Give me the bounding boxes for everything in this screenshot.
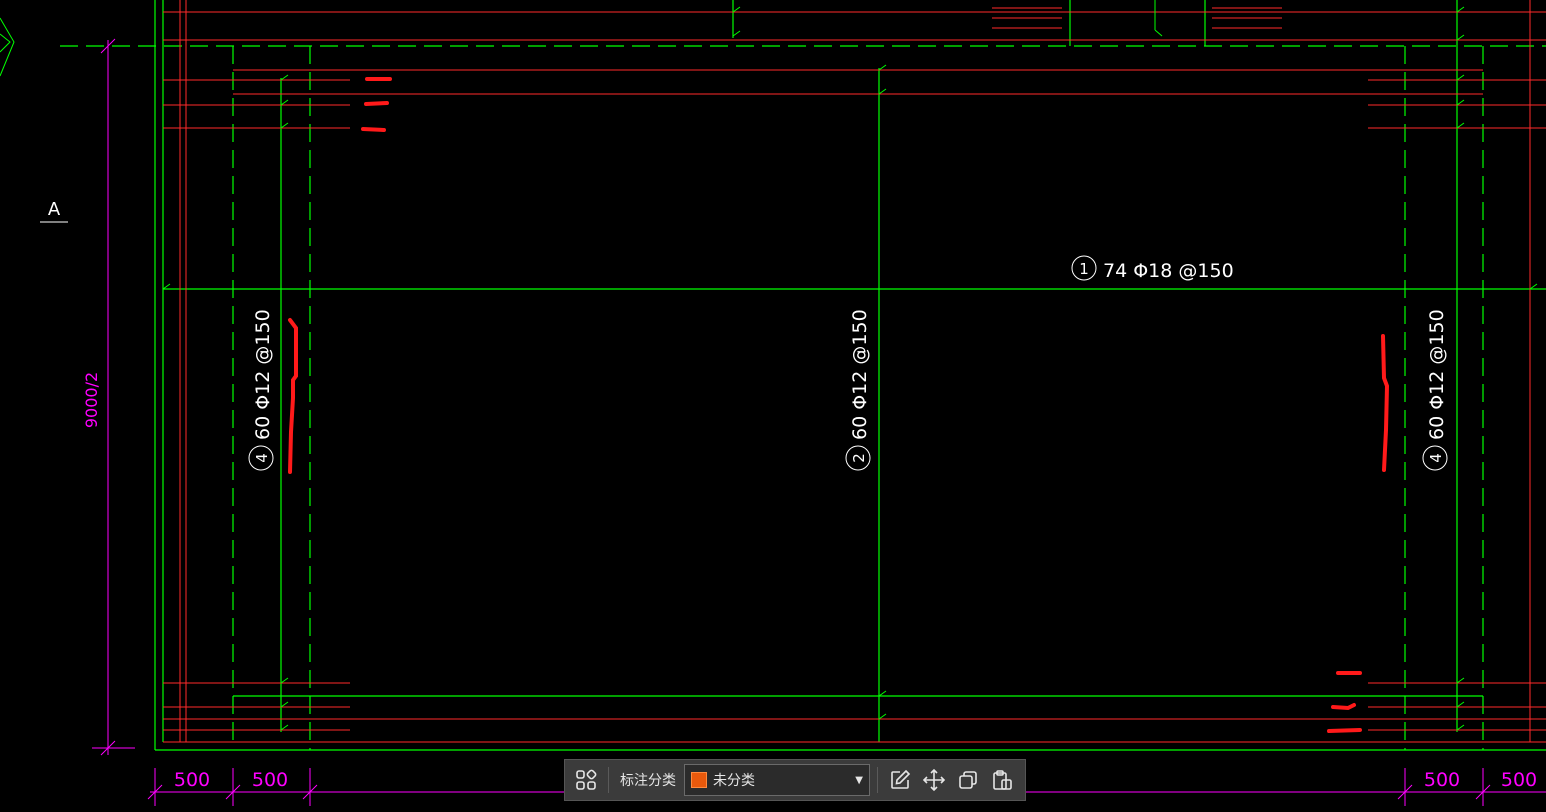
vertical-dimension-text: 9000/2 [82, 372, 101, 428]
axis-marker: A [40, 199, 68, 223]
markup-annotations[interactable] [288, 77, 1390, 733]
cad-drawing-canvas[interactable]: A 9000/2 500 500 500 500 1 74 Φ18 @150 2 [0, 0, 1546, 812]
dashed-lines [60, 45, 1546, 750]
rebar-mark-number: 4 [1427, 453, 1445, 463]
edit-icon[interactable] [885, 765, 915, 795]
dimension-text-3: 500 [1424, 769, 1460, 791]
edge-hatch [0, 17, 15, 77]
rebar-mark-number: 2 [850, 453, 868, 463]
toolbar-divider [877, 767, 878, 793]
paste-icon[interactable] [987, 765, 1017, 795]
rebar-spec-text: 74 Φ18 @150 [1103, 260, 1234, 282]
rebar-spec-text: 60 Φ12 @150 [1426, 309, 1448, 440]
rebar-mark-number: 1 [1079, 260, 1089, 278]
dimension-text-4: 500 [1501, 769, 1537, 791]
rebar-mark-number: 4 [253, 453, 271, 463]
dimension-text-1: 500 [174, 769, 210, 791]
rebar-label-left[interactable]: 4 60 Φ12 @150 [248, 309, 274, 471]
category-value: 未分类 [713, 773, 755, 789]
rebar-label-middle[interactable]: 2 60 Φ12 @150 [845, 309, 871, 471]
chevron-down-icon: ▼ [855, 774, 863, 786]
apps-grid-icon[interactable] [571, 765, 601, 795]
rebar-spec-text: 60 Φ12 @150 [252, 309, 274, 440]
axis-label: A [48, 199, 61, 220]
annotation-toolbar: 标注分类 未分类 ▼ [564, 759, 1026, 801]
rebar-label-top[interactable]: 1 74 Φ18 @150 [1071, 255, 1234, 282]
category-label: 标注分类 [620, 773, 676, 789]
rebar-spec-text: 60 Φ12 @150 [849, 309, 871, 440]
move-icon[interactable] [919, 765, 949, 795]
rebar-label-right[interactable]: 4 60 Φ12 @150 [1422, 309, 1448, 471]
toolbar-divider [608, 767, 609, 793]
category-dropdown[interactable]: 未分类 ▼ [684, 764, 870, 796]
copy-icon[interactable] [953, 765, 983, 795]
dimension-text-2: 500 [252, 769, 288, 791]
category-color-swatch [691, 772, 707, 788]
